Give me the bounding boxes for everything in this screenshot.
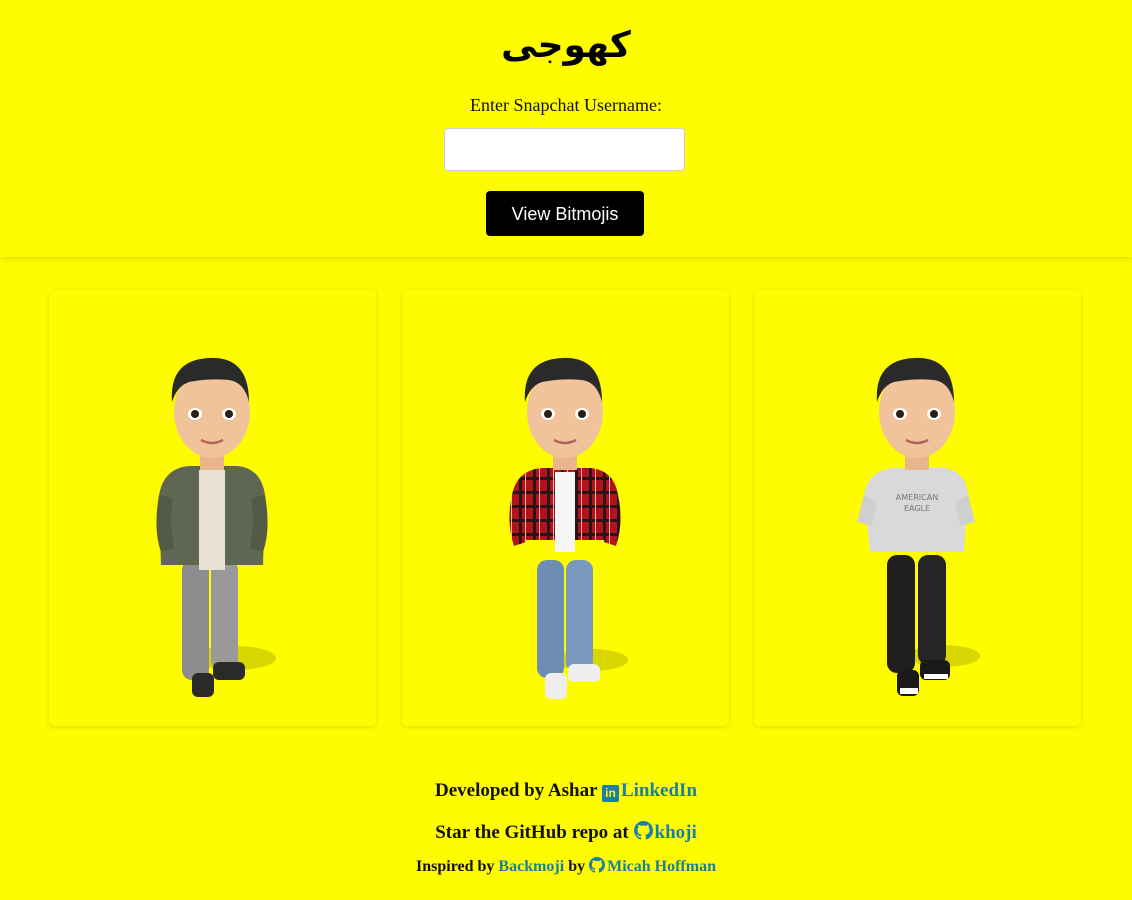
github-text: Star the GitHub repo at — [435, 822, 629, 843]
khoji-link-label: khoji — [654, 822, 697, 843]
linkedin-link-label: LinkedIn — [620, 780, 698, 801]
developer-text: Developed by Ashar — [434, 780, 598, 801]
linkedin-link[interactable]: in LinkedIn — [601, 780, 698, 802]
micah-hoffman-label: Micah Hoffman — [607, 858, 716, 875]
bitmoji-card: AMERICAN EAGLE — [754, 290, 1081, 726]
bitmoji-card — [402, 290, 729, 726]
khoji-repo-link[interactable]: khoji — [633, 821, 697, 843]
shirt-print-line1: AMERICAN — [896, 493, 938, 502]
footer-developer-line: Developed by Ashar in LinkedIn — [0, 780, 1132, 802]
github-icon — [589, 857, 606, 873]
header: کھوجی Enter Snapchat Username: View Bitm… — [0, 0, 1132, 257]
shirt-print-line2: EAGLE — [904, 504, 930, 513]
micah-hoffman-link[interactable]: Micah Hoffman — [589, 857, 716, 875]
backmoji-link[interactable]: Backmoji — [498, 858, 564, 875]
bitmoji-avatar-image: AMERICAN EAGLE — [857, 357, 980, 696]
bitmoji-avatar-image — [156, 357, 276, 697]
page-title: کھوجی — [501, 25, 631, 66]
footer-github-line: Star the GitHub repo at khoji — [0, 821, 1132, 844]
bitmoji-card — [49, 290, 376, 726]
bitmoji-avatar-image — [509, 357, 628, 699]
username-input[interactable] — [444, 128, 685, 171]
view-bitmojis-button[interactable]: View Bitmojis — [486, 191, 644, 236]
inspired-text: Inspired by — [416, 858, 495, 875]
linkedin-icon: in — [601, 785, 619, 802]
by-text: by — [568, 858, 586, 875]
username-label: Enter Snapchat Username: — [470, 95, 662, 115]
footer-inspired-line: Inspired by Backmoji by Micah Hoffman — [0, 857, 1132, 876]
github-icon — [633, 821, 653, 840]
